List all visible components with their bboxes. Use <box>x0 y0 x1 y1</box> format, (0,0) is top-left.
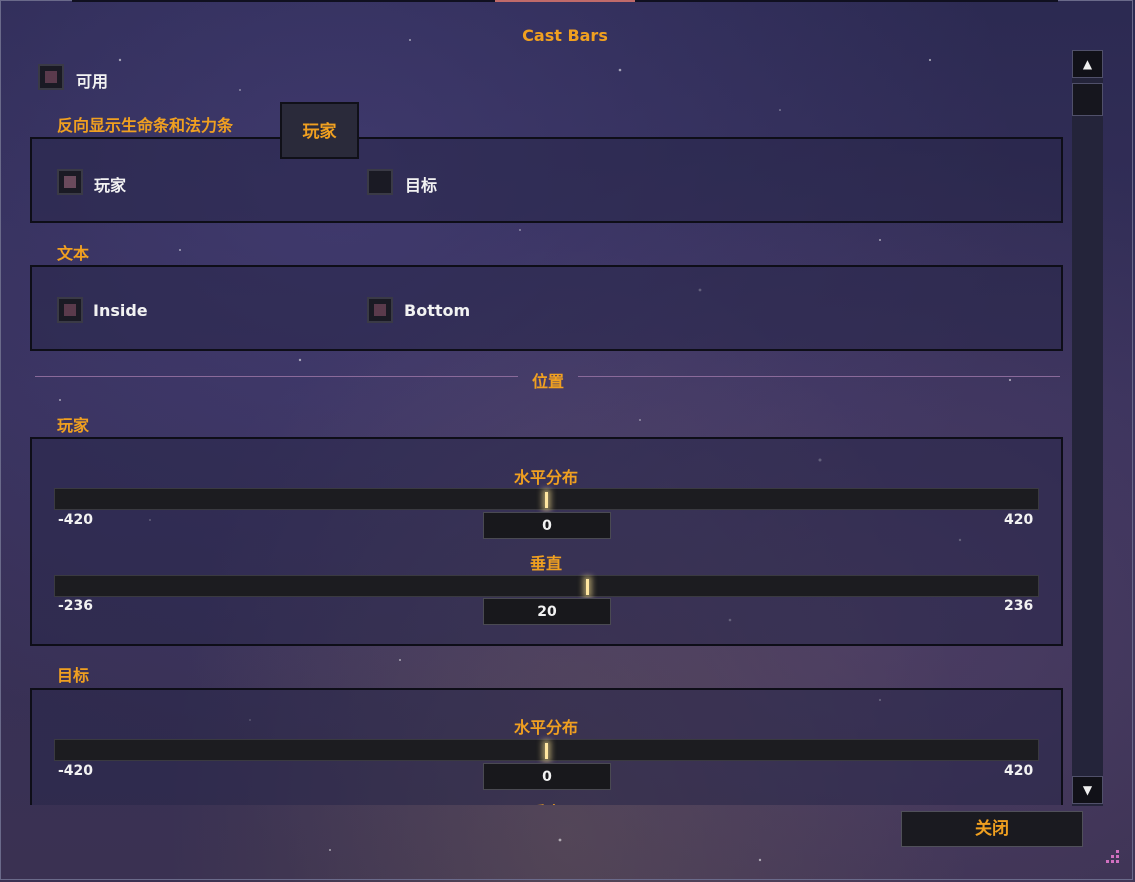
scrollbar[interactable]: ▲ ▼ <box>1072 50 1103 806</box>
chevron-up-icon: ▲ <box>1082 57 1093 71</box>
player-horizontal-label: 水平分布 <box>513 468 578 487</box>
divider-right <box>578 376 1060 377</box>
position-divider-label: 位置 <box>531 372 564 391</box>
target-horizontal-min: -420 <box>58 763 94 779</box>
text-box <box>30 265 1063 351</box>
player-vertical-max: 236 <box>1004 598 1034 614</box>
text-section-label: 文本 <box>57 244 90 263</box>
reverse-player-checkbox[interactable] <box>57 169 83 195</box>
scrollbar-thumb[interactable] <box>1072 83 1103 116</box>
reverse-player-label: 玩家 <box>94 176 127 195</box>
player-position-label: 玩家 <box>57 416 90 435</box>
chevron-down-icon: ▼ <box>1082 783 1093 797</box>
player-vertical-slider-thumb[interactable] <box>586 579 590 595</box>
reverse-target-checkbox[interactable] <box>367 169 393 195</box>
resize-grip-icon[interactable] <box>1104 848 1120 864</box>
target-horizontal-slider[interactable] <box>54 739 1039 761</box>
text-inside-label: Inside <box>93 301 148 320</box>
player-vertical-label: 垂直 <box>529 554 562 573</box>
player-horizontal-slider-thumb[interactable] <box>545 492 548 508</box>
reverse-target-label: 目标 <box>405 176 438 195</box>
target-vertical-label: 垂直 <box>446 799 646 805</box>
divider-left <box>35 376 518 377</box>
player-vertical-value[interactable]: 20 <box>483 598 611 625</box>
enable-label: 可用 <box>76 72 109 91</box>
target-horizontal-max: 420 <box>1004 763 1034 779</box>
scroll-up-button[interactable]: ▲ <box>1072 50 1103 78</box>
player-horizontal-slider[interactable] <box>54 488 1039 510</box>
target-horizontal-slider-thumb[interactable] <box>545 743 548 759</box>
scroll-down-button[interactable]: ▼ <box>1072 776 1103 804</box>
close-button[interactable]: 关闭 <box>901 811 1083 847</box>
text-inside-checkbox[interactable] <box>57 297 83 323</box>
player-horizontal-max: 420 <box>1004 512 1034 528</box>
target-horizontal-value[interactable]: 0 <box>483 763 611 790</box>
target-position-label: 目标 <box>57 666 90 685</box>
target-horizontal-label: 水平分布 <box>513 718 578 737</box>
player-vertical-slider[interactable] <box>54 575 1039 597</box>
text-bottom-label: Bottom <box>404 301 471 320</box>
reverse-section-label: 反向显示生命条和法力条 <box>57 116 234 135</box>
reverse-bars-box <box>30 137 1063 223</box>
enable-checkbox[interactable] <box>38 64 64 90</box>
player-horizontal-min: -420 <box>58 512 94 528</box>
text-bottom-checkbox[interactable] <box>367 297 393 323</box>
player-tab[interactable]: 玩家 <box>280 102 359 159</box>
scroll-content: Cast Bars 可用 反向显示生命条和法力条 玩家 玩家 目标 文本 Ins… <box>30 0 1065 805</box>
page-title: Cast Bars <box>522 26 608 45</box>
player-vertical-min: -236 <box>58 598 94 614</box>
player-horizontal-value[interactable]: 0 <box>483 512 611 539</box>
